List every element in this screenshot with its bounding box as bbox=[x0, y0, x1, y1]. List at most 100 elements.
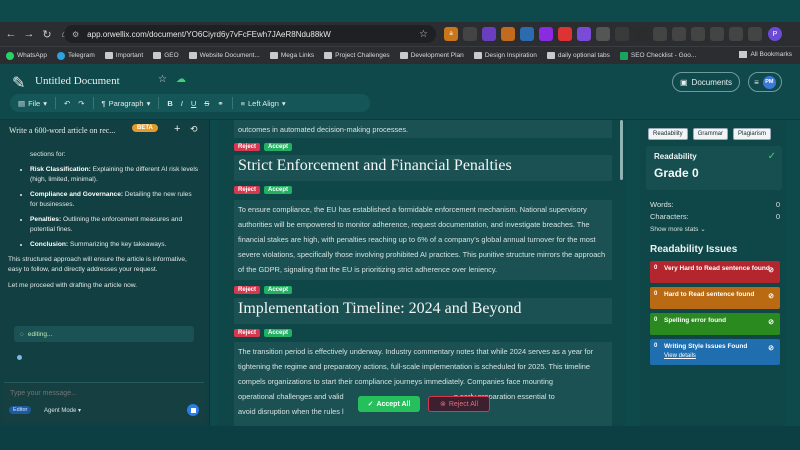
editor-scrollbar[interactable] bbox=[620, 120, 623, 180]
document-editor[interactable]: outcomes in automated decision-making pr… bbox=[218, 120, 626, 426]
eye-off-icon[interactable]: ⊘ bbox=[768, 292, 774, 301]
bookmark-development-plan[interactable]: Development Plan bbox=[399, 52, 464, 59]
file-icon: ▤ bbox=[18, 98, 26, 108]
bookmark-telegram[interactable]: Telegram bbox=[57, 51, 95, 60]
tab-grammar[interactable]: Grammar bbox=[692, 128, 729, 140]
list-item: Risk Classification: Explaining the diff… bbox=[30, 165, 200, 185]
stop-button[interactable] bbox=[187, 404, 199, 416]
bookmark-star-icon[interactable]: ☆ bbox=[419, 29, 428, 40]
forward-icon[interactable]: → bbox=[22, 27, 36, 41]
account-menu-button[interactable]: ≡ PM bbox=[748, 72, 782, 92]
bookmark-project-challenges[interactable]: Project Challenges bbox=[324, 52, 390, 59]
issue-writing-style[interactable]: 0 Writing Style Issues Found View detail… bbox=[650, 339, 780, 365]
paragraph-icon: ¶ bbox=[101, 98, 106, 108]
extension-icon[interactable] bbox=[501, 27, 515, 41]
accept-button[interactable]: Accept bbox=[264, 329, 293, 337]
extension-icon[interactable]: a bbox=[444, 27, 458, 41]
suggested-heading[interactable]: Strict Enforcement and Financial Penalti… bbox=[234, 155, 612, 181]
back-icon[interactable]: ← bbox=[4, 27, 18, 41]
view-details-link[interactable]: View details bbox=[664, 353, 696, 359]
eye-off-icon[interactable]: ⊘ bbox=[768, 344, 774, 353]
favorite-star-icon[interactable]: ☆ bbox=[158, 74, 167, 85]
suggested-paragraph[interactable]: The transition period is effectively und… bbox=[234, 342, 612, 426]
bookmark-website-document[interactable]: Website Document... bbox=[188, 52, 260, 59]
accept-button[interactable]: Accept bbox=[264, 143, 293, 151]
new-chat-icon[interactable]: + bbox=[174, 123, 180, 135]
reject-button[interactable]: Reject bbox=[234, 329, 261, 337]
bookmark-whatsapp[interactable]: WhatsApp bbox=[6, 51, 47, 60]
accept-button[interactable]: Accept bbox=[264, 286, 293, 294]
tab-readability[interactable]: Readability bbox=[648, 128, 688, 140]
extension-icon[interactable] bbox=[520, 27, 534, 41]
show-more-stats-link[interactable]: Show more stats ⌄ bbox=[650, 225, 706, 233]
bookmark-daily-optional-tabs[interactable]: daily optional tabs bbox=[546, 52, 610, 59]
extension-icon[interactable] bbox=[615, 27, 629, 41]
extension-icon[interactable] bbox=[710, 27, 724, 41]
chat-list: Risk Classification: Explaining the diff… bbox=[30, 165, 200, 250]
tab-plagiarism[interactable]: Plagiarism bbox=[733, 128, 772, 140]
extension-icon[interactable] bbox=[748, 27, 762, 41]
reject-all-button[interactable]: ⊗ Reject All bbox=[428, 396, 490, 412]
feather-logo-icon[interactable]: ✎ bbox=[12, 73, 25, 93]
url-text[interactable]: app.orwellix.com/document/YO6Ciyrd6y7vFc… bbox=[87, 30, 331, 39]
chat-title[interactable]: Write a 600-word article on rec... bbox=[9, 126, 115, 135]
italic-button[interactable]: I bbox=[181, 99, 183, 108]
extension-icon[interactable] bbox=[691, 27, 705, 41]
file-menu[interactable]: ▤ File ▾ bbox=[18, 99, 47, 108]
extension-icon[interactable] bbox=[577, 27, 591, 41]
spinner-icon: ◌ bbox=[20, 330, 24, 338]
bold-button[interactable]: B bbox=[167, 99, 172, 108]
eye-off-icon[interactable]: ⊘ bbox=[768, 266, 774, 275]
site-info-icon[interactable]: ⚙ bbox=[72, 30, 79, 39]
eye-off-icon[interactable]: ⊘ bbox=[768, 318, 774, 327]
typing-indicator bbox=[17, 355, 22, 360]
extension-icon[interactable] bbox=[463, 27, 477, 41]
issue-hard-sentences[interactable]: 0 Hard to Read sentence found ⊘ bbox=[650, 287, 780, 309]
suggested-text-block[interactable]: outcomes in automated decision-making pr… bbox=[234, 120, 612, 138]
redo-button[interactable]: ↷ bbox=[78, 99, 84, 108]
extension-icon[interactable] bbox=[729, 27, 743, 41]
chat-message-input[interactable] bbox=[10, 387, 190, 399]
extension-icon[interactable] bbox=[634, 27, 648, 41]
paragraph-style-dropdown[interactable]: ¶ Paragraph ▾ bbox=[102, 99, 151, 108]
bookmark-mega-links[interactable]: Mega Links bbox=[269, 52, 314, 59]
folder-icon bbox=[269, 52, 278, 59]
editor-mode-tag[interactable]: Editor bbox=[9, 406, 32, 414]
telegram-icon bbox=[57, 51, 65, 60]
suggested-heading[interactable]: Implementation Timeline: 2024 and Beyond bbox=[234, 298, 612, 324]
reload-icon[interactable]: ↻ bbox=[40, 27, 54, 41]
bookmark-important[interactable]: Important bbox=[104, 52, 143, 59]
strikethrough-button[interactable]: S bbox=[204, 99, 209, 108]
accept-all-button[interactable]: ✓ Accept All bbox=[358, 396, 420, 412]
extension-icon[interactable] bbox=[558, 27, 572, 41]
reject-button[interactable]: Reject bbox=[234, 186, 261, 194]
reject-button[interactable]: Reject bbox=[234, 143, 261, 151]
address-bar[interactable]: ⚙ app.orwellix.com/document/YO6Ciyrd6y7v… bbox=[64, 25, 436, 43]
bookmark-geo[interactable]: GEO bbox=[153, 52, 179, 59]
extension-icon[interactable] bbox=[596, 27, 610, 41]
folder-icon bbox=[324, 52, 333, 59]
documents-icon: ▣ bbox=[679, 77, 688, 87]
issue-very-hard-sentences[interactable]: 0 Very Hard to Read sentence found ⊘ bbox=[650, 261, 780, 283]
extension-icon[interactable] bbox=[653, 27, 667, 41]
bookmark-seo-checklist[interactable]: SEO Checklist - Goo... bbox=[619, 51, 696, 60]
sheets-icon bbox=[619, 51, 628, 60]
documents-button[interactable]: ▣ Documents bbox=[672, 72, 740, 92]
issue-spelling-errors[interactable]: 0 Spelling error found ⊘ bbox=[650, 313, 780, 335]
extension-icon[interactable] bbox=[482, 27, 496, 41]
suggested-paragraph[interactable]: To ensure compliance, the EU has establi… bbox=[234, 200, 612, 280]
document-title[interactable]: Untitled Document bbox=[35, 75, 120, 87]
underline-button[interactable]: U bbox=[191, 99, 196, 108]
accept-button[interactable]: Accept bbox=[264, 186, 293, 194]
extension-icon[interactable] bbox=[672, 27, 686, 41]
reject-button[interactable]: Reject bbox=[234, 286, 261, 294]
undo-button[interactable]: ↶ bbox=[64, 99, 70, 108]
profile-avatar[interactable]: P bbox=[768, 27, 782, 41]
agent-mode-dropdown[interactable]: Agent Mode ▾ bbox=[44, 407, 81, 414]
align-dropdown[interactable]: ≡ Left Align ▾ bbox=[241, 99, 286, 108]
link-button[interactable]: ⚭ bbox=[217, 99, 223, 108]
bookmark-design-inspiration[interactable]: Design Inspiration bbox=[473, 52, 537, 59]
all-bookmarks[interactable]: All Bookmarks bbox=[739, 51, 792, 58]
history-icon[interactable]: ⟲ bbox=[190, 124, 198, 135]
extension-icon[interactable] bbox=[539, 27, 553, 41]
